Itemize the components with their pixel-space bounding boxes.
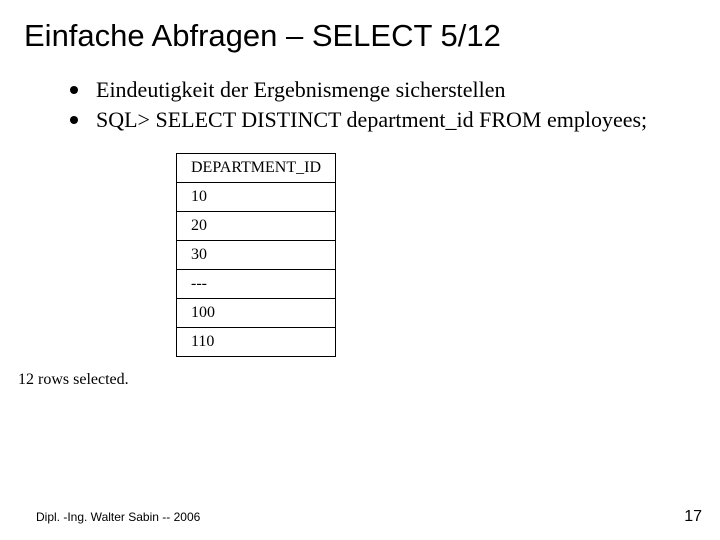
bullet-text: Eindeutigkeit der Ergebnismenge sicherst… [96, 76, 506, 104]
table-header: DEPARTMENT_ID [177, 154, 336, 183]
list-item: Eindeutigkeit der Ergebnismenge sicherst… [70, 76, 720, 104]
list-item: SQL> SELECT DISTINCT department_id FROM … [70, 106, 720, 134]
result-table: DEPARTMENT_ID 10 20 30 --- 100 110 [176, 153, 720, 357]
bullet-list: Eindeutigkeit der Ergebnismenge sicherst… [70, 76, 720, 133]
table-cell: 10 [177, 183, 336, 212]
bullet-text: SQL> SELECT DISTINCT department_id FROM … [96, 106, 647, 134]
table-cell: 30 [177, 241, 336, 270]
table-cell: 20 [177, 212, 336, 241]
page-title: Einfache Abfragen – SELECT 5/12 [0, 0, 720, 54]
table-cell: 110 [177, 328, 336, 357]
bullet-icon [70, 86, 78, 94]
page-number: 17 [684, 508, 702, 526]
footer-author: Dipl. -Ing. Walter Sabin -- 2006 [36, 510, 200, 524]
row-count-text: 12 rows selected. [18, 371, 720, 389]
table-cell: --- [177, 270, 336, 299]
bullet-icon [70, 116, 78, 124]
table-cell: 100 [177, 299, 336, 328]
